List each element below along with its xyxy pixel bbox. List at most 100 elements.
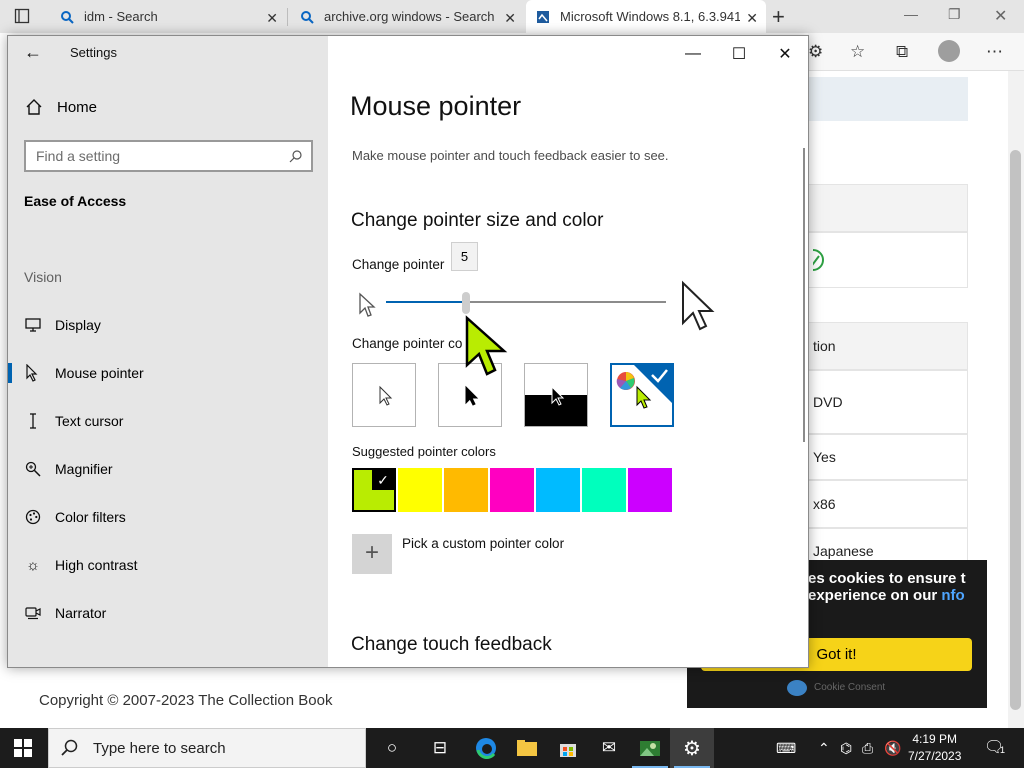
browser-tab[interactable]: archive.org windows - Search ✕: [288, 0, 524, 33]
meet-now-icon[interactable]: ⌬: [840, 740, 852, 757]
page-icon: [537, 10, 549, 23]
mail-icon[interactable]: ✉: [597, 736, 621, 760]
notification-count: 1: [1000, 745, 1006, 755]
taskbar-search-box[interactable]: Type here to search: [48, 728, 366, 768]
nav-item-mouse-pointer[interactable]: Mouse pointer: [8, 353, 328, 393]
cortana-icon[interactable]: ○: [380, 736, 404, 760]
status-check-icon: [813, 249, 824, 271]
pointer-color-swatch[interactable]: [536, 468, 580, 512]
page-title: Mouse pointer: [350, 91, 522, 121]
nav-label: Mouse pointer: [55, 365, 144, 381]
inverted-pointer-icon: [525, 385, 587, 426]
pointer-size-label: Change pointer: [352, 257, 445, 272]
pointer-color-custom-option[interactable]: [610, 363, 674, 427]
tab-actions-icon[interactable]: [14, 8, 30, 24]
favorites-icon[interactable]: ☆: [850, 42, 865, 62]
section-title: Ease of Access: [24, 193, 127, 209]
system-clock[interactable]: 4:19 PM 7/27/2023: [908, 731, 961, 765]
page-scrollbar-thumb[interactable]: [1010, 150, 1021, 710]
close-tab-icon[interactable]: ✕: [504, 10, 516, 27]
pointer-color-swatch[interactable]: [490, 468, 534, 512]
page-banner: [808, 77, 968, 121]
cookie-consent-logo-icon: [787, 680, 807, 696]
extensions-icon[interactable]: ⚙: [808, 42, 823, 62]
size-color-heading: Change pointer size and color: [351, 210, 604, 231]
settings-taskbar-button[interactable]: ⚙: [670, 728, 714, 768]
small-pointer-icon: [359, 292, 376, 317]
minimize-icon[interactable]: —: [670, 40, 716, 68]
settings-content: — ☐ ✕ Mouse pointer Make mouse pointer a…: [328, 36, 808, 667]
table-cell-text: Japanese: [813, 543, 874, 559]
cookie-brand: Cookie Consent: [814, 682, 886, 693]
nav-item-high-contrast[interactable]: ☼ High contrast: [8, 545, 328, 585]
cookie-more-info-link[interactable]: nfo: [941, 587, 964, 604]
pointer-color-swatch[interactable]: [582, 468, 626, 512]
pointer-size-slider-fill: [386, 301, 466, 303]
browser-tab[interactable]: idm - Search ✕: [44, 0, 286, 33]
taskbar-search-placeholder: Type here to search: [93, 739, 226, 757]
table-cell: x86: [808, 480, 968, 528]
volume-muted-icon[interactable]: 🔇: [884, 740, 901, 757]
collections-icon[interactable]: ⧉: [896, 42, 908, 62]
pointer-size-slider-thumb[interactable]: [462, 292, 470, 314]
image-viewer-icon[interactable]: [638, 736, 662, 760]
pointer-color-inverted-option[interactable]: [524, 363, 588, 427]
home-link[interactable]: Home: [25, 98, 97, 116]
settings-window: ← Settings Home Ease of Access Vision Di…: [7, 35, 809, 668]
edge-browser-icon[interactable]: [474, 736, 498, 760]
nav-label: Magnifier: [55, 461, 113, 477]
settings-sidebar: ← Settings Home Ease of Access Vision Di…: [8, 36, 328, 667]
pick-custom-color-button[interactable]: +: [352, 534, 392, 574]
new-tab-button[interactable]: +: [772, 4, 785, 30]
search-icon: [61, 10, 74, 24]
browser-minimize-icon[interactable]: —: [904, 6, 918, 22]
back-arrow-icon[interactable]: ←: [24, 42, 42, 63]
table-cell-text: DVD: [813, 394, 843, 410]
nav-item-display[interactable]: Display: [8, 305, 328, 345]
windows-start-icon[interactable]: [14, 739, 32, 757]
home-icon: [26, 99, 42, 115]
nav-item-magnifier[interactable]: Magnifier: [8, 449, 328, 489]
selected-check-icon: ✓: [372, 470, 394, 490]
tab-title: archive.org windows - Search: [324, 9, 495, 24]
browser-toolbar: ⚙ ☆ ⧉ ⋯: [808, 33, 1024, 71]
high-contrast-icon: ☼: [26, 556, 40, 574]
pointer-color-swatch[interactable]: ✓: [352, 468, 396, 512]
task-view-icon[interactable]: ⊟: [428, 736, 452, 760]
browser-tab-bar: idm - Search ✕ archive.org windows - Sea…: [0, 0, 1024, 33]
find-setting-input[interactable]: [36, 148, 276, 164]
text-cursor-icon: [24, 412, 42, 430]
pointer-color-swatch[interactable]: [398, 468, 442, 512]
large-pointer-icon: [682, 280, 715, 331]
close-tab-icon[interactable]: ✕: [746, 10, 758, 27]
profile-avatar[interactable]: [938, 40, 960, 62]
find-setting-box[interactable]: [24, 140, 313, 172]
pointer-color-swatch[interactable]: [444, 468, 488, 512]
pick-custom-color-label[interactable]: Pick a custom pointer color: [402, 536, 564, 551]
table-cell-text: x86: [813, 496, 836, 512]
browser-close-icon[interactable]: ✕: [994, 6, 1007, 26]
maximize-icon[interactable]: ☐: [716, 40, 762, 68]
keyboard-tray-icon[interactable]: ⌨: [776, 740, 796, 757]
file-explorer-icon[interactable]: [515, 736, 539, 760]
table-header-cell: tion: [808, 322, 968, 370]
pointer-color-swatch[interactable]: [628, 468, 672, 512]
pointer-color-white-option[interactable]: [352, 363, 416, 427]
store-icon[interactable]: [556, 736, 580, 760]
taskbar: Type here to search ○ ⊟ ✉ ⚙ ⌨ ⌃ ⌬ ⎙ 🔇 4:…: [0, 728, 1024, 768]
nav-item-text-cursor[interactable]: Text cursor: [8, 401, 328, 441]
suggested-colors-label: Suggested pointer colors: [352, 444, 496, 459]
show-hidden-icons-icon[interactable]: ⌃: [818, 740, 830, 757]
nav-item-narrator[interactable]: Narrator: [8, 593, 328, 633]
magnifier-icon: [24, 460, 42, 478]
close-tab-icon[interactable]: ✕: [266, 10, 278, 27]
network-icon[interactable]: ⎙: [862, 740, 873, 757]
more-menu-icon[interactable]: ⋯: [986, 42, 1003, 62]
pane-scrollbar[interactable]: [803, 148, 805, 442]
close-icon[interactable]: ✕: [762, 40, 808, 68]
page-description: Make mouse pointer and touch feedback ea…: [352, 148, 669, 163]
browser-restore-icon[interactable]: ❐: [948, 6, 961, 23]
pointer-color-label: Change pointer co: [352, 336, 463, 351]
browser-tab-active[interactable]: Microsoft Windows 8.1, 6.3.9419 ✕: [526, 0, 766, 33]
nav-item-color-filters[interactable]: Color filters: [8, 497, 328, 537]
